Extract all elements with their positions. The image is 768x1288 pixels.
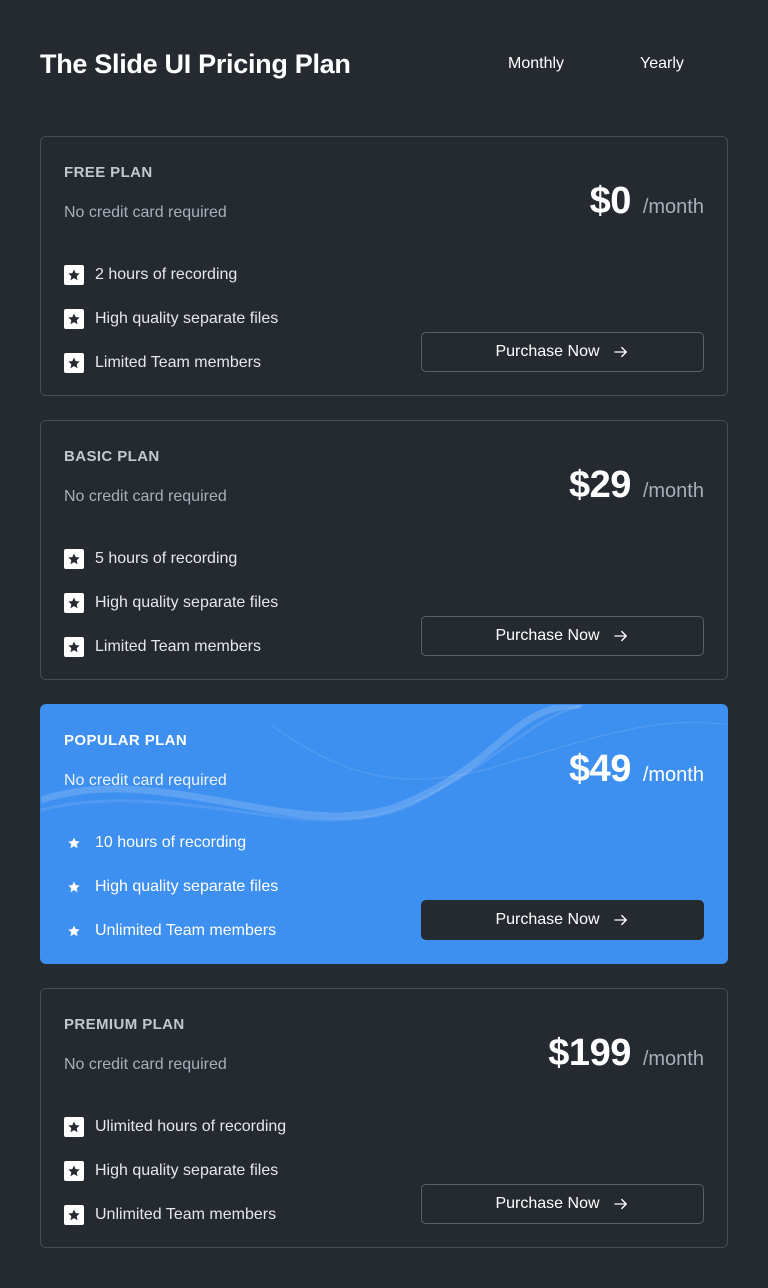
star-icon xyxy=(64,1161,84,1181)
purchase-now-button[interactable]: Purchase Now xyxy=(421,616,704,656)
purchase-button-label: Purchase Now xyxy=(495,1195,600,1212)
price-amount: $29 xyxy=(568,464,631,506)
feature-text: High quality separate files xyxy=(95,594,279,611)
feature-text: Unlimited Team members xyxy=(95,1206,277,1223)
star-icon xyxy=(64,921,84,941)
feature-text: High quality separate files xyxy=(95,1162,279,1179)
feature-list: 10 hours of recording High quality separ… xyxy=(64,821,278,953)
feature-item: Ulimited hours of recording xyxy=(64,1105,286,1149)
feature-list: 5 hours of recording High quality separa… xyxy=(64,537,278,669)
yearly-toggle-button[interactable]: Yearly xyxy=(640,53,728,75)
feature-item: High quality separate files xyxy=(64,297,278,341)
star-icon xyxy=(64,593,84,613)
feature-item: Limited Team members xyxy=(64,625,278,669)
billing-toggle: Monthly Yearly xyxy=(508,53,728,75)
feature-text: Limited Team members xyxy=(95,638,261,655)
feature-text: High quality separate files xyxy=(95,878,279,895)
header: The Slide UI Pricing Plan Monthly Yearly xyxy=(40,0,728,136)
feature-item: 2 hours of recording xyxy=(64,253,278,297)
price-period: /month xyxy=(642,764,704,786)
star-icon xyxy=(64,637,84,657)
feature-text: 5 hours of recording xyxy=(95,550,238,567)
pricing-page: The Slide UI Pricing Plan Monthly Yearly… xyxy=(0,0,768,1288)
page-title: The Slide UI Pricing Plan xyxy=(40,49,351,79)
arrow-right-icon xyxy=(612,627,630,645)
price-amount: $0 xyxy=(589,180,632,222)
feature-text: High quality separate files xyxy=(95,310,279,327)
feature-text: Limited Team members xyxy=(95,354,261,371)
plan-price: $49 /month xyxy=(569,748,704,791)
arrow-right-icon xyxy=(612,1195,630,1213)
star-icon xyxy=(64,877,84,897)
feature-item: High quality separate files xyxy=(64,865,278,909)
star-icon xyxy=(64,1117,84,1137)
feature-item: Unlimited Team members xyxy=(64,1193,286,1237)
plan-price: $199 /month xyxy=(548,1032,704,1075)
feature-item: High quality separate files xyxy=(64,581,278,625)
price-amount: $199 xyxy=(548,1032,631,1074)
plan-price: $0 /month xyxy=(590,180,704,223)
star-icon xyxy=(64,833,84,853)
star-icon xyxy=(64,309,84,329)
star-icon xyxy=(64,353,84,373)
plan-name: FREE PLAN xyxy=(64,164,153,181)
purchase-now-button[interactable]: Purchase Now xyxy=(421,900,704,940)
feature-list: 2 hours of recording High quality separa… xyxy=(64,253,278,385)
plan-name: PREMIUM PLAN xyxy=(64,1016,185,1033)
purchase-now-button[interactable]: Purchase Now xyxy=(421,332,704,372)
plan-name: BASIC PLAN xyxy=(64,448,160,465)
plan-subtitle: No credit card required xyxy=(64,488,227,505)
feature-item: 10 hours of recording xyxy=(64,821,278,865)
price-period: /month xyxy=(642,480,704,502)
feature-item: Limited Team members xyxy=(64,341,278,385)
price-period: /month xyxy=(642,1048,704,1070)
purchase-button-label: Purchase Now xyxy=(495,627,600,644)
plan-card-basic: BASIC PLAN No credit card required $29 /… xyxy=(40,420,728,680)
feature-item: 5 hours of recording xyxy=(64,537,278,581)
feature-text: Unlimited Team members xyxy=(95,922,277,939)
purchase-button-label: Purchase Now xyxy=(495,911,600,928)
feature-text: 2 hours of recording xyxy=(95,266,238,283)
plan-subtitle: No credit card required xyxy=(64,772,227,789)
plan-card-free: FREE PLAN No credit card required $0 /mo… xyxy=(40,136,728,396)
feature-item: High quality separate files xyxy=(64,1149,286,1193)
plan-price: $29 /month xyxy=(569,464,704,507)
plan-card-premium: PREMIUM PLAN No credit card required $19… xyxy=(40,988,728,1248)
arrow-right-icon xyxy=(612,343,630,361)
arrow-right-icon xyxy=(612,911,630,929)
purchase-now-button[interactable]: Purchase Now xyxy=(421,1184,704,1224)
plan-subtitle: No credit card required xyxy=(64,204,227,221)
feature-text: Ulimited hours of recording xyxy=(95,1118,287,1135)
purchase-button-label: Purchase Now xyxy=(495,343,600,360)
plan-name: POPULAR PLAN xyxy=(64,732,188,749)
feature-text: 10 hours of recording xyxy=(95,834,247,851)
feature-item: Unlimited Team members xyxy=(64,909,278,953)
price-period: /month xyxy=(642,196,704,218)
star-icon xyxy=(64,265,84,285)
star-icon xyxy=(64,549,84,569)
plan-card-popular: POPULAR PLAN No credit card required $49… xyxy=(40,704,728,964)
price-amount: $49 xyxy=(568,748,631,790)
plan-subtitle: No credit card required xyxy=(64,1056,227,1073)
feature-list: Ulimited hours of recording High quality… xyxy=(64,1105,286,1237)
star-icon xyxy=(64,1205,84,1225)
monthly-toggle-button[interactable]: Monthly xyxy=(508,53,628,75)
